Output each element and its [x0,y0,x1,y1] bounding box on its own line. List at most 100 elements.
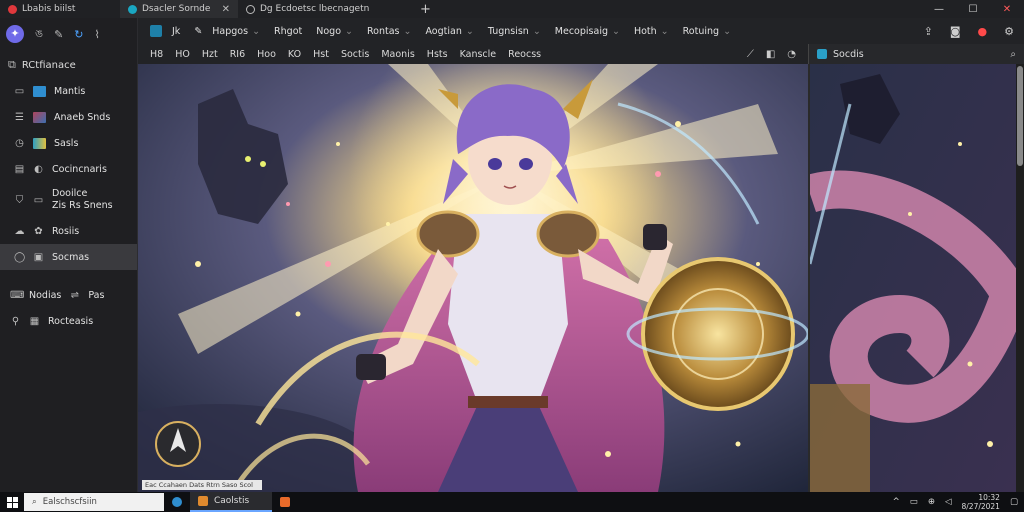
menu-item[interactable]: Jk [172,26,180,37]
thumbnail [33,137,46,149]
tab-dsacler[interactable]: Dsacler Sornde ✕ [120,0,238,18]
clock[interactable]: 10:32 8/27/2021 [962,493,1000,511]
search-icon[interactable]: ⌕ [1010,49,1016,60]
app-red-icon [8,4,17,14]
sidebar-item-cocincnaris[interactable]: ▤ ◐ Cocincnaris [0,156,137,182]
share-icon[interactable]: ⇪ [924,25,933,38]
menu-item[interactable]: Mecopisaig ⌄ [555,26,620,37]
illustration [138,64,808,492]
board-icon: ▦ [29,315,40,327]
taskbar-app-label: Caolstis [214,496,250,506]
sidebar-item-rocteasis[interactable]: ⚲ ▦ Rocteasis [0,308,137,334]
taskbar-app-edge[interactable] [164,492,190,512]
menu-item[interactable]: Aogtian ⌄ [425,26,473,37]
tool-item[interactable]: Reocss [508,49,541,60]
tab-lbabis[interactable]: Lbabis biilst [0,0,120,18]
image-canvas[interactable] [138,64,808,492]
tab-label: Lbabis biilst [22,4,76,14]
tool-item[interactable]: Kanscle [460,49,497,60]
taskbar-search[interactable]: ⌕ Ealschscfsiin [24,493,164,511]
tool-item[interactable]: Hsts [427,49,448,60]
menu-item[interactable]: Rhgot [274,26,302,37]
app-teal-icon [128,4,137,14]
half-circle-icon: ◐ [34,163,43,175]
battery-icon[interactable]: ▭ [910,497,918,507]
tool-item[interactable]: KO [288,49,301,60]
layer-stack-icon: ⧉ [8,58,16,71]
tab-ecdoetsc[interactable]: Dg Ecdoetsc lbecnagetn [238,0,410,18]
sidebar-item-mantis[interactable]: ▭ Mantis [0,78,137,104]
folder-icon [198,496,208,506]
system-tray: ^ ▭ ⊕ ◁ 10:32 8/27/2021 ▢ [893,493,1024,511]
windows-logo-icon [6,496,18,508]
sidebar-header-label: RCtfianace [21,59,76,71]
close-tab-icon[interactable]: ✕ [222,4,230,15]
grid-icon: ▤ [14,163,25,175]
menu-item[interactable]: Tugnsisn ⌄ [488,26,541,37]
vertical-scrollbar[interactable] [1016,64,1024,492]
sidebar-item-rosiis[interactable]: ☁ ✿ Rosiis [0,218,137,244]
new-tab-button[interactable]: + [410,2,441,17]
taskbar-app-explorer[interactable]: Caolstis [190,492,272,512]
sidebar: ✦ ঙ ✎ ↻ ⌇ ⧉ RCtfianace ▭ Mantis ☰ Anaeb … [0,18,138,492]
clock-date: 8/27/2021 [961,502,1000,511]
tool-item[interactable]: HO [175,49,190,60]
menu-item[interactable]: Hoth ⌄ [634,26,669,37]
sidebar-item-sublabel: Pas [88,289,105,301]
taskbar-search-placeholder: Ealschscfsiin [42,497,97,507]
settings-icon[interactable]: ⚙ [1004,25,1014,38]
menu-item[interactable]: Rontas ⌄ [367,26,411,37]
chevron-up-icon[interactable]: ^ [893,497,900,507]
tool-item[interactable]: Hzt [202,49,218,60]
taskbar: ⌕ Ealschscfsiin Caolstis ^ ▭ ⊕ ◁ 10:32 8… [0,492,1024,512]
eyedropper-icon[interactable]: ⟋ [747,49,754,60]
clock-time: 10:32 [978,493,1000,502]
pen-icon[interactable]: ✎ [54,28,63,41]
sidebar-item-dooilce[interactable]: ⛉ ▭ Dooilce Zis Rs Snens [0,182,137,218]
layers-icon: ☰ [15,111,24,123]
close-window-button[interactable]: ✕ [990,4,1024,15]
record-icon[interactable]: ● [978,25,988,38]
sidebar-toolbar: ✦ ঙ ✎ ↻ ⌇ [0,18,137,50]
status-tooltip: Eac Ccahaen Dats Rtrn Saso Scol [142,480,262,490]
info-icon[interactable]: ◔ [787,49,796,60]
camera-icon[interactable]: ◙ [950,25,961,38]
notification-icon[interactable]: ▢ [1010,497,1018,507]
preview-pane[interactable] [808,64,1016,492]
tool-item[interactable]: RI6 [230,49,245,60]
sidebar-item-socmas[interactable]: ◯ ▣ Socmas [0,244,137,270]
sidebar-item-label: Socmas [52,251,90,263]
menu-item[interactable]: Nogo ⌄ [316,26,353,37]
tab-label: Dsacler Sornde [142,4,211,14]
sidebar-item-anaeb[interactable]: ☰ Anaeb Snds [0,104,137,130]
maximize-button[interactable]: ☐ [956,4,990,15]
sidebar-item-sublabel: Zis Rs Snens [52,200,113,211]
scrollbar-thumb[interactable] [1017,66,1023,166]
tool-item[interactable]: Hoo [257,49,276,60]
network-icon[interactable]: ⊕ [928,497,935,507]
brush-icon[interactable]: ⌇ [95,28,100,41]
pin-icon: ⚲ [11,315,20,327]
menu-item[interactable]: Hapgos ⌄ [212,26,260,37]
thumbnail [33,85,46,97]
spark-icon[interactable]: ✦ [6,25,24,43]
thumbnail [33,111,46,123]
sync-icon[interactable]: ↻ [74,28,83,41]
minimize-button[interactable]: — [922,4,956,15]
sidebar-item-sasls[interactable]: ◷ Sasls [0,130,137,156]
menu-toolbar: Jk ✎ Hapgos ⌄ Rhgot Nogo ⌄ Rontas ⌄ Aogtian… [138,18,1024,44]
clip-icon: ◷ [15,137,24,149]
bolt-icon[interactable]: ঙ [35,25,43,44]
app-menu-icon[interactable] [150,25,162,37]
taskbar-app-store[interactable] [272,492,298,512]
volume-icon[interactable]: ◁ [945,497,952,507]
sidebar-item-nodias[interactable]: ⌨ Nodias ⇌ Pas [0,282,137,308]
pencil-icon[interactable]: ✎ [194,26,202,37]
tool-item[interactable]: Soctis [341,49,369,60]
square-icon[interactable]: ◧ [766,49,775,60]
tool-item[interactable]: Maonis [381,49,414,60]
menu-item[interactable]: Rotuing ⌄ [683,26,731,37]
start-button[interactable] [0,492,24,512]
tool-item[interactable]: H8 [150,49,163,60]
tool-item[interactable]: Hst [313,49,329,60]
